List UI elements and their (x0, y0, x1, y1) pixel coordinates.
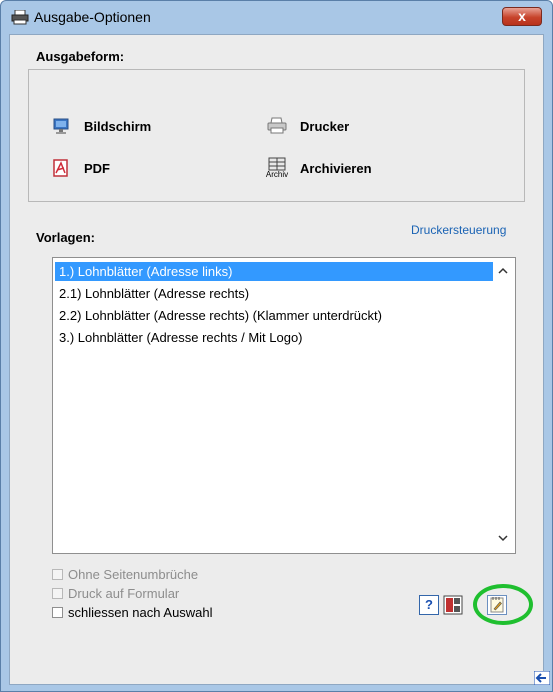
checkbox-box[interactable] (52, 569, 63, 580)
scroll-up-icon[interactable] (497, 266, 509, 278)
templates-list[interactable]: 1.) Lohnblätter (Adresse links) 2.1) Loh… (52, 257, 516, 554)
archive-icon-caption: Archiv (265, 170, 289, 179)
no-page-breaks-checkbox[interactable]: Ohne Seitenumbrüche (52, 567, 198, 582)
list-item[interactable]: 3.) Lohnblätter (Adresse rechts / Mit Lo… (55, 328, 493, 347)
print-on-form-checkbox[interactable]: Druck auf Formular (52, 586, 179, 601)
layout-icon (443, 595, 463, 615)
output-form-label: Ausgabeform: (36, 49, 125, 64)
edit-button[interactable] (487, 595, 507, 615)
back-arrow-icon[interactable] (533, 670, 551, 686)
monitor-icon (48, 114, 74, 138)
checkbox-box[interactable] (52, 607, 63, 618)
option-printer-label: Drucker (300, 118, 350, 134)
close-button[interactable]: x (502, 7, 542, 26)
option-archive-label: Archivieren (300, 160, 372, 176)
option-screen-label: Bildschirm (84, 118, 152, 134)
printer-control-link[interactable]: Druckersteuerung (411, 223, 506, 237)
dialog-window: Ausgabe-Optionen x Ausgabeform: Bildschi… (0, 0, 553, 692)
printer-icon (264, 114, 290, 138)
templates-label: Vorlagen: (36, 230, 95, 245)
help-icon: ? (425, 597, 433, 612)
scroll-down-icon[interactable] (497, 533, 509, 545)
archive-icon: Archiv (264, 156, 290, 180)
checkbox-box[interactable] (52, 588, 63, 599)
list-item[interactable]: 2.2) Lohnblätter (Adresse rechts) (Klamm… (55, 306, 493, 325)
help-button[interactable]: ? (419, 595, 439, 615)
option-pdf[interactable]: PDF (48, 156, 110, 180)
option-pdf-label: PDF (84, 160, 110, 176)
print-on-form-label: Druck auf Formular (68, 586, 180, 601)
title-bar[interactable]: Ausgabe-Optionen x (1, 1, 552, 33)
layout-button[interactable] (443, 595, 463, 615)
window-title: Ausgabe-Optionen (34, 9, 151, 25)
option-printer[interactable]: Drucker (264, 114, 349, 138)
list-item[interactable]: 2.1) Lohnblätter (Adresse rechts) (55, 284, 493, 303)
no-page-breaks-label: Ohne Seitenumbrüche (68, 567, 199, 582)
printer-app-icon (11, 9, 29, 25)
pdf-icon (48, 156, 74, 180)
notepad-edit-icon (490, 597, 504, 613)
close-after-selection-label: schliessen nach Auswahl (68, 605, 213, 620)
list-item[interactable]: 1.) Lohnblätter (Adresse links) (55, 262, 493, 281)
option-archive[interactable]: Archiv Archivieren (264, 156, 372, 180)
close-after-selection-checkbox[interactable]: schliessen nach Auswahl (52, 605, 213, 620)
option-screen[interactable]: Bildschirm (48, 114, 151, 138)
